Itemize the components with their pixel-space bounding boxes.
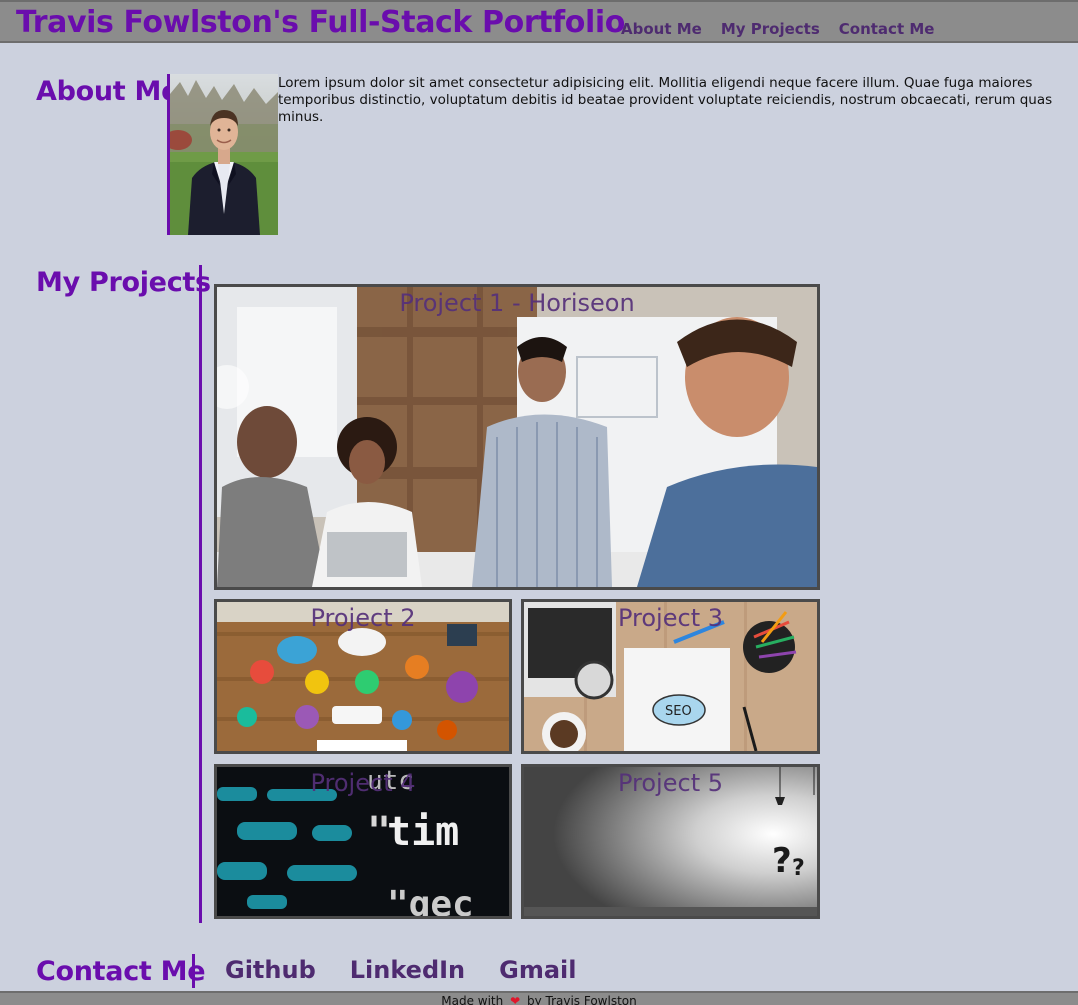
- site-title: Travis Fowlston's Full-Stack Portfolio: [16, 5, 625, 40]
- site-header: Travis Fowlston's Full-Stack Portfolio A…: [0, 0, 1078, 43]
- svg-text:SEO: SEO: [665, 704, 692, 719]
- github-link[interactable]: Github: [225, 955, 316, 985]
- main-nav: About Me My Projects Contact Me: [621, 19, 934, 39]
- footer-text-before: Made with: [441, 994, 504, 1005]
- projects-heading: My Projects: [36, 267, 211, 298]
- project-card-2[interactable]: Project 2: [214, 599, 512, 754]
- project-3-title: Project 3: [617, 604, 723, 632]
- about-text: Lorem ipsum dolor sit amet consectetur a…: [278, 75, 1053, 125]
- linkedin-link[interactable]: LinkedIn: [350, 955, 465, 985]
- project-4-title: Project 4: [310, 769, 416, 797]
- svg-text:?: ?: [772, 841, 792, 881]
- svg-text:tim: tim: [387, 809, 459, 855]
- project-1-title: Project 1 - Horiseon: [399, 289, 635, 317]
- projects-divider: [199, 265, 202, 923]
- contact-links: Github LinkedIn Gmail: [225, 955, 577, 985]
- nav-link-contact[interactable]: Contact Me: [839, 19, 935, 39]
- footer-text-after: by Travis Fowlston: [526, 994, 637, 1005]
- project-2-title: Project 2: [310, 604, 416, 632]
- svg-text:": ": [367, 809, 391, 855]
- profile-photo: [170, 74, 278, 235]
- nav-link-projects[interactable]: My Projects: [721, 19, 820, 39]
- svg-text:"gec: "gec: [387, 884, 474, 916]
- heart-icon: ❤: [510, 994, 521, 1005]
- project-5-title: Project 5: [617, 769, 723, 797]
- about-heading: About Me: [36, 76, 180, 107]
- nav-link-about[interactable]: About Me: [621, 19, 702, 39]
- project-1-image: [217, 287, 817, 587]
- contact-heading: Contact Me: [36, 956, 206, 987]
- svg-text:?: ?: [792, 856, 805, 881]
- contact-divider: [192, 954, 195, 988]
- project-card-3[interactable]: SEO Project 3: [521, 599, 820, 754]
- project-card-4[interactable]: utc tim " "gec Project 4: [214, 764, 512, 919]
- project-card-5[interactable]: ? ? Project 5: [521, 764, 820, 919]
- project-card-1[interactable]: Project 1 - Horiseon: [214, 284, 820, 590]
- gmail-link[interactable]: Gmail: [499, 955, 576, 985]
- site-footer: Made with ❤ by Travis Fowlston: [0, 991, 1078, 1005]
